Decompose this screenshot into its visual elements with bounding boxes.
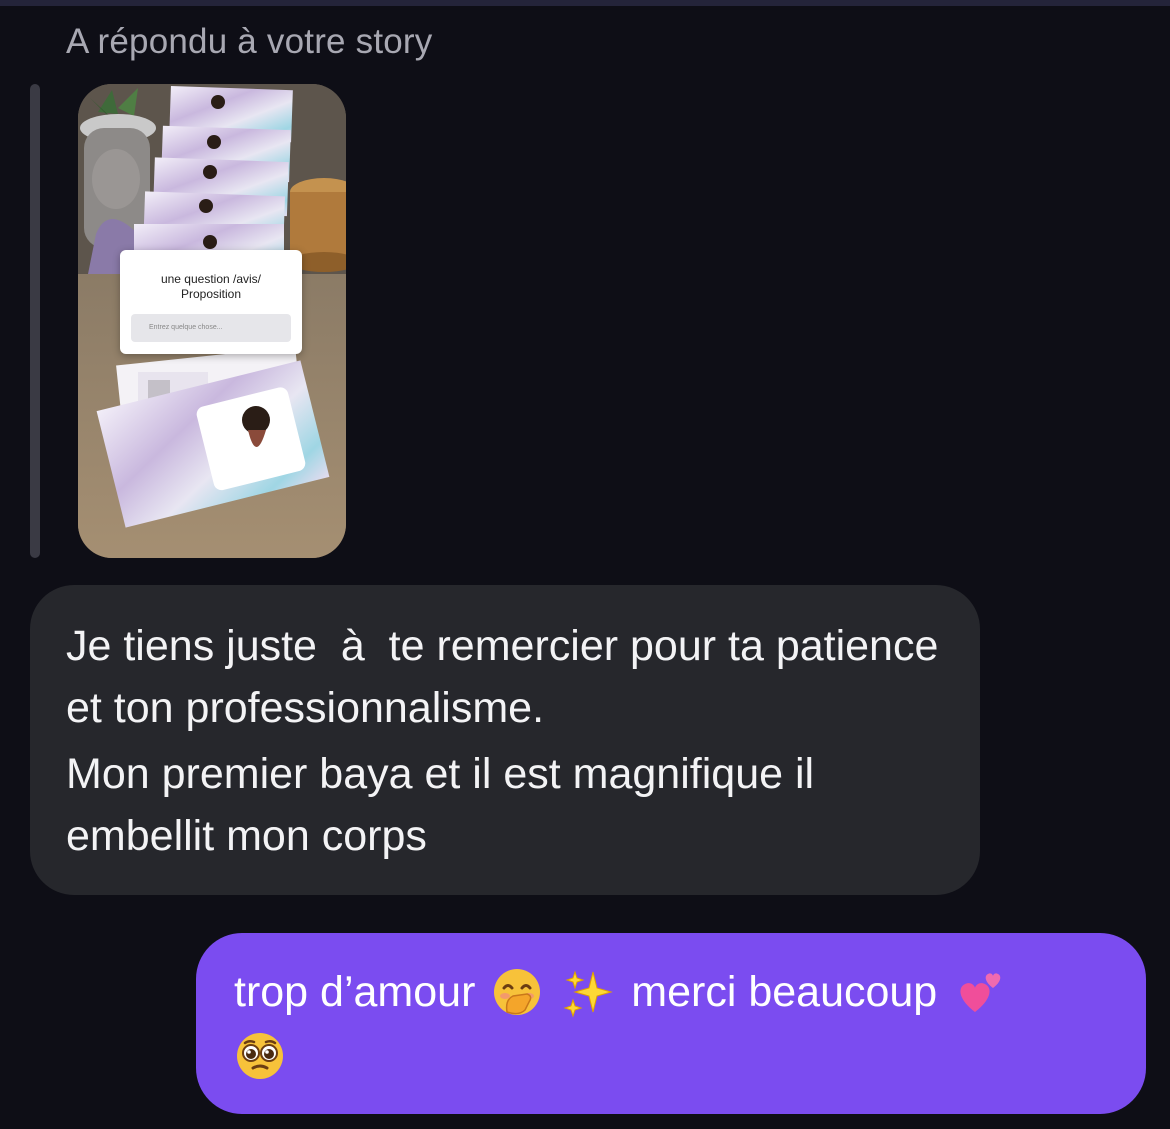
- received-message-paragraph-2: Mon premier baya et il est magnifique il…: [66, 750, 827, 860]
- story-reply-caption: A répondu à votre story: [66, 22, 433, 61]
- story-question-sticker: une question /avis/ Proposition Entrez q…: [120, 250, 302, 354]
- story-question-input: Entrez quelque chose...: [131, 314, 291, 342]
- sparkles-icon: [563, 966, 615, 1018]
- sent-message-text-1: trop d’amour: [234, 968, 476, 1016]
- received-message-bubble[interactable]: Je tiens juste à te remercier pour ta pa…: [30, 585, 980, 895]
- sent-message-text-2: merci beaucoup: [631, 968, 938, 1016]
- two-hearts-icon: [953, 966, 1005, 1018]
- story-thumbnail[interactable]: une question /avis/ Proposition Entrez q…: [78, 84, 346, 558]
- story-question-text: une question /avis/ Proposition: [160, 272, 262, 301]
- top-divider: [0, 0, 1170, 6]
- sent-message-bubble[interactable]: trop d’amour merci beaucoup: [196, 933, 1146, 1114]
- face-with-hand-over-mouth-icon: [491, 966, 543, 1018]
- pleading-face-icon: [234, 1030, 286, 1082]
- received-message-paragraph-1: Je tiens juste à te remercier pour ta pa…: [66, 622, 951, 732]
- reply-quote-bar: [30, 84, 40, 558]
